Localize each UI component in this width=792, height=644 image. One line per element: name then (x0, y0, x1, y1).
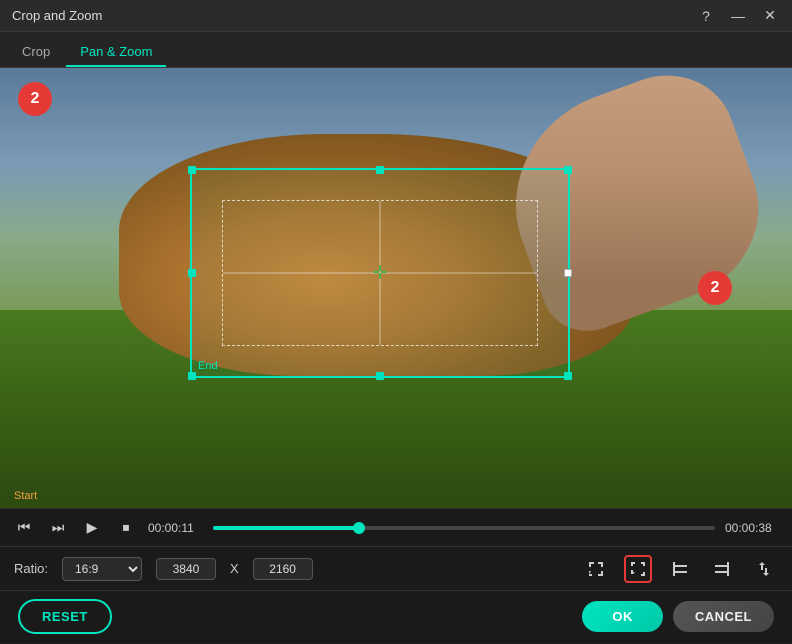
tabs-bar: Crop Pan & Zoom (0, 32, 792, 68)
controls-bar: ⏮ ⏭ ▶ ⏹ 00:00:11 00:00:38 (0, 508, 792, 546)
handle-top-left[interactable] (188, 166, 196, 174)
dimension-x-label: X (230, 561, 239, 576)
width-input[interactable]: 3840 (156, 558, 216, 580)
handle-bottom-mid[interactable] (376, 372, 384, 380)
align-right-icon-button[interactable] (708, 555, 736, 583)
reset-button[interactable]: RESET (18, 599, 112, 634)
minimize-button[interactable]: — (728, 6, 748, 26)
tab-pan-zoom[interactable]: Pan & Zoom (66, 38, 166, 67)
badge-mid-right: 2 (698, 271, 732, 305)
footer-bar: RESET OK CANCEL (0, 590, 792, 642)
frame-back-button[interactable]: ⏭ (46, 516, 70, 540)
handle-bottom-left[interactable] (188, 372, 196, 380)
ok-cancel-group: OK CANCEL (582, 601, 774, 632)
title-controls: ? — ✕ (696, 6, 780, 26)
handle-bottom-right[interactable] (564, 372, 572, 380)
help-button[interactable]: ? (696, 6, 716, 26)
video-container: 2 2 ✛ End Start (0, 68, 792, 508)
time-end: 00:00:38 (725, 521, 780, 535)
ok-button[interactable]: OK (582, 601, 663, 632)
crop-selection-box[interactable]: ✛ End (190, 168, 570, 378)
progress-bar[interactable] (213, 526, 715, 530)
badge-top-left: 2 (18, 82, 52, 116)
tab-crop[interactable]: Crop (8, 38, 64, 67)
start-label: Start (14, 490, 37, 502)
ratio-select[interactable]: 16:9 4:3 1:1 9:16 Custom (62, 557, 142, 581)
fit-icon-button[interactable] (582, 555, 610, 583)
end-label: End (198, 360, 218, 372)
expand-icon-button[interactable] (624, 555, 652, 583)
ratio-label: Ratio: (14, 561, 48, 576)
close-button[interactable]: ✕ (760, 6, 780, 26)
handle-top-mid[interactable] (376, 166, 384, 174)
play-button[interactable]: ▶ (80, 516, 104, 540)
progress-fill (213, 526, 359, 530)
skip-back-button[interactable]: ⏮ (12, 516, 36, 540)
progress-handle[interactable] (353, 522, 365, 534)
handle-top-right[interactable] (564, 166, 572, 174)
title-text: Crop and Zoom (12, 8, 102, 23)
align-left-icon-button[interactable] (666, 555, 694, 583)
title-bar: Crop and Zoom ? — ✕ (0, 0, 792, 32)
settings-bar: Ratio: 16:9 4:3 1:1 9:16 Custom 3840 X 2… (0, 546, 792, 590)
swap-icon-button[interactable] (750, 555, 778, 583)
cancel-button[interactable]: CANCEL (673, 601, 774, 632)
green-crosshair-icon: ✛ (372, 263, 387, 284)
handle-mid-left[interactable] (188, 269, 196, 277)
time-current: 00:00:11 (148, 521, 203, 535)
stop-button[interactable]: ⏹ (114, 516, 138, 540)
height-input[interactable]: 2160 (253, 558, 313, 580)
handle-mid-right[interactable] (564, 269, 572, 277)
